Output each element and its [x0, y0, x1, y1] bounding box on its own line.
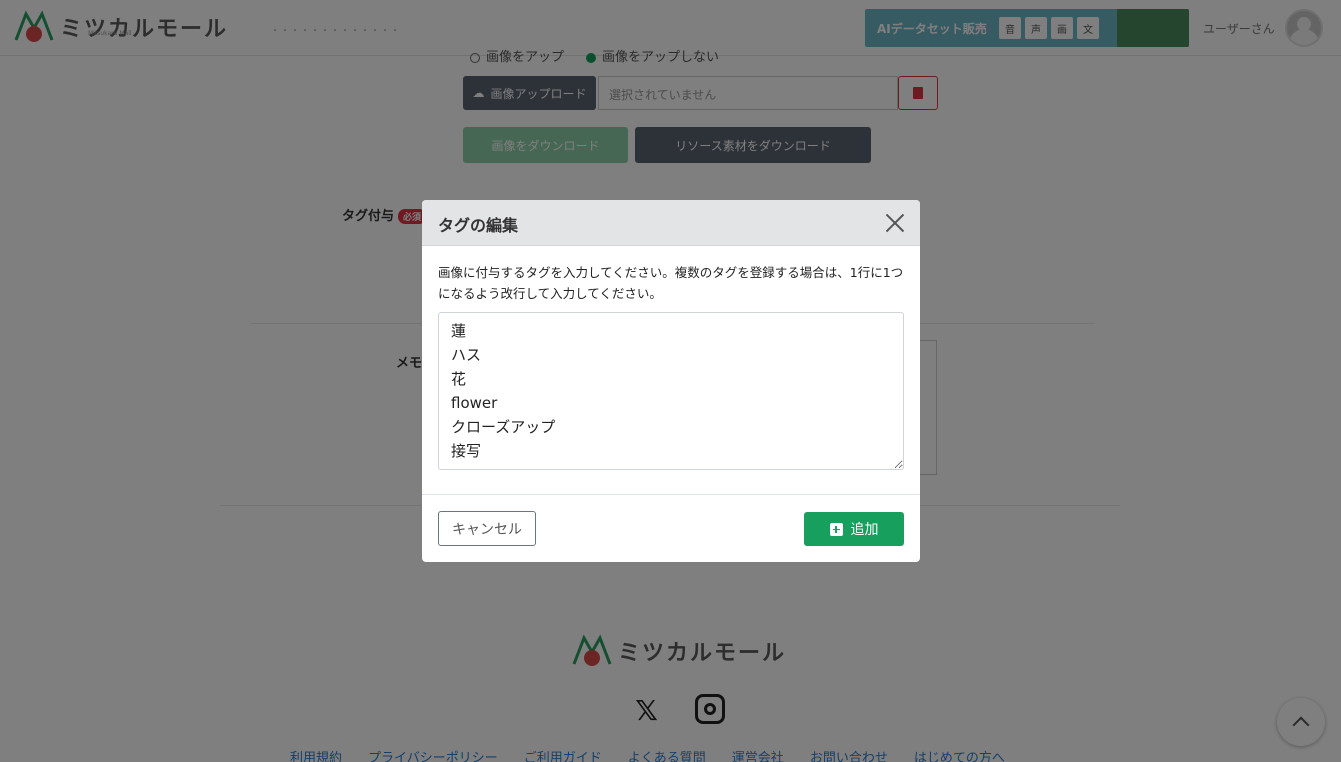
modal-body: 画像に付与するタグを入力してください。複数のタグを登録する場合は、1行に1つにな… — [422, 246, 920, 494]
close-icon[interactable] — [883, 211, 907, 235]
plus-square-icon — [829, 522, 843, 536]
add-button[interactable]: 追加 — [804, 512, 904, 546]
tags-textarea[interactable] — [438, 312, 904, 470]
tag-edit-modal: タグの編集 画像に付与するタグを入力してください。複数のタグを登録する場合は、1… — [422, 200, 920, 562]
cancel-button[interactable]: キャンセル — [438, 511, 536, 546]
modal-footer: キャンセル 追加 — [422, 494, 920, 562]
modal-description: 画像に付与するタグを入力してください。複数のタグを登録する場合は、1行に1つにな… — [438, 265, 904, 301]
modal-title: タグの編集 — [438, 216, 519, 235]
modal-header: タグの編集 — [422, 200, 920, 246]
add-button-label: 追加 — [850, 522, 879, 538]
